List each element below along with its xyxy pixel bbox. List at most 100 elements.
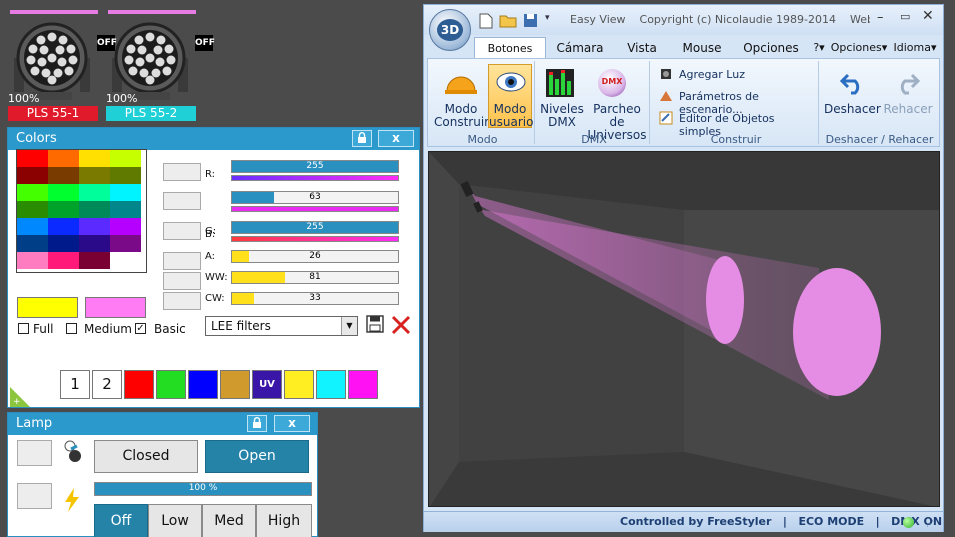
amber-slider[interactable]: 26: [231, 250, 399, 263]
palette-color-cell[interactable]: [110, 167, 141, 184]
medium-checkbox[interactable]: [66, 323, 77, 334]
lamp-mode-low-button[interactable]: Low: [148, 504, 202, 537]
close-window-button[interactable]: ✕: [922, 8, 934, 24]
lamp-mode-off-button[interactable]: Off: [94, 504, 148, 537]
color-memory-slot[interactable]: [163, 163, 201, 181]
qat-dropdown-icon[interactable]: ▾: [545, 13, 550, 23]
3d-viewport[interactable]: [428, 151, 940, 507]
palette-color-cell[interactable]: [17, 218, 48, 235]
preset-uv[interactable]: UV: [252, 370, 282, 399]
title-bar[interactable]: 3D ▾ Easy View Copyright (c) Nicolaudie …: [424, 5, 943, 51]
color-memory-slot[interactable]: [163, 292, 201, 310]
preset-2[interactable]: 2: [92, 370, 122, 399]
add-corner-icon[interactable]: +: [10, 387, 30, 407]
tab-botones[interactable]: Botones está: [474, 37, 546, 76]
palette-color-cell[interactable]: [48, 218, 79, 235]
palette-color-cell[interactable]: [48, 150, 79, 167]
palette-color-cell[interactable]: [17, 167, 48, 184]
palette-color-cell[interactable]: [48, 252, 79, 269]
palette-color-cell[interactable]: [17, 235, 48, 252]
new-file-icon[interactable]: [479, 13, 493, 29]
lamp-mode-med-button[interactable]: Med: [202, 504, 256, 537]
palette-color-cell[interactable]: [79, 252, 110, 269]
color-palette-grid[interactable]: [16, 149, 147, 273]
palette-color-cell[interactable]: [110, 235, 141, 252]
palette-color-cell[interactable]: [110, 184, 141, 201]
palette-color-cell[interactable]: [79, 235, 110, 252]
color-memory-slot[interactable]: [163, 222, 201, 240]
palette-color-cell[interactable]: [17, 252, 48, 269]
palette-color-cell[interactable]: [17, 184, 48, 201]
lock-icon[interactable]: [247, 415, 267, 432]
palette-color-cell[interactable]: [48, 184, 79, 201]
save-icon[interactable]: [366, 315, 384, 333]
tab-camara[interactable]: Cámara: [550, 39, 610, 57]
tab-vista[interactable]: Vista: [614, 39, 670, 57]
resize-grip-icon[interactable]: ⋰: [926, 519, 934, 528]
shutter-open-button[interactable]: Open: [205, 440, 309, 473]
full-checkbox[interactable]: [18, 323, 29, 334]
palette-color-cell[interactable]: [79, 184, 110, 201]
language-menu[interactable]: Idioma▾: [890, 39, 940, 57]
palette-color-cell[interactable]: [79, 201, 110, 218]
lamp-intensity-progress[interactable]: 100 %: [94, 482, 312, 496]
lamp-memory-slot[interactable]: [17, 483, 52, 509]
preset-color-button[interactable]: [124, 370, 154, 399]
palette-color-cell[interactable]: [48, 201, 79, 218]
color-memory-slot[interactable]: [163, 252, 201, 270]
palette-color-cell[interactable]: [110, 252, 141, 269]
colors-panel-titlebar[interactable]: Colors x: [8, 128, 419, 150]
cool-white-slider[interactable]: 33: [231, 292, 399, 305]
preset-color-button[interactable]: [284, 370, 314, 399]
tab-opciones-de[interactable]: Opciones de: [734, 39, 808, 73]
fixture-pls-55-1[interactable]: OFF 100% PLS 55-1: [8, 10, 117, 122]
palette-color-cell[interactable]: [48, 167, 79, 184]
save-icon[interactable]: [523, 13, 538, 28]
shutter-closed-button[interactable]: Closed: [94, 440, 198, 473]
blue-slider[interactable]: 255: [231, 221, 399, 234]
red-slider[interactable]: 255: [231, 160, 399, 173]
preset-1[interactable]: 1: [60, 370, 90, 399]
palette-color-cell[interactable]: [110, 218, 141, 235]
modo-usuario-button[interactable]: Modo usuario: [488, 64, 533, 129]
lamp-panel-titlebar[interactable]: Lamp x: [8, 413, 317, 435]
preset-color-button[interactable]: [316, 370, 346, 399]
deshacer-button[interactable]: Deshacer: [824, 103, 881, 116]
preset-color-button[interactable]: [220, 370, 250, 399]
maximize-button[interactable]: ▭: [900, 10, 910, 23]
target-color-swatch[interactable]: [85, 297, 146, 318]
palette-color-cell[interactable]: [79, 150, 110, 167]
modo-construir-button[interactable]: Modo Construir: [434, 103, 489, 129]
green-slider[interactable]: 63: [231, 191, 399, 204]
agregar-luz-button[interactable]: Agregar Luz: [679, 68, 745, 81]
current-color-swatch[interactable]: [17, 297, 78, 318]
rehacer-button[interactable]: Rehacer: [880, 103, 936, 116]
close-panel-button[interactable]: x: [378, 130, 414, 147]
color-memory-slot[interactable]: [163, 272, 201, 290]
preset-color-button[interactable]: [156, 370, 186, 399]
palette-color-cell[interactable]: [79, 218, 110, 235]
basic-checkbox[interactable]: ✓: [135, 323, 146, 334]
preset-color-button[interactable]: [348, 370, 378, 399]
palette-color-cell[interactable]: [79, 167, 110, 184]
preset-color-button[interactable]: [188, 370, 218, 399]
color-memory-slot[interactable]: [163, 192, 201, 210]
palette-color-cell[interactable]: [48, 235, 79, 252]
open-folder-icon[interactable]: [499, 13, 517, 28]
tab-mouse[interactable]: Mouse: [674, 39, 730, 57]
delete-icon[interactable]: [390, 314, 412, 336]
help-menu[interactable]: ?▾: [810, 39, 828, 57]
app-logo-button[interactable]: 3D: [429, 9, 471, 51]
close-panel-button[interactable]: x: [274, 415, 310, 432]
lamp-mode-high-button[interactable]: High: [256, 504, 312, 537]
palette-color-cell[interactable]: [110, 201, 141, 218]
fixture-pls-55-2[interactable]: OFF 100% PLS 55-2: [106, 10, 215, 122]
niveles-dmx-button[interactable]: Niveles DMX: [540, 103, 584, 129]
filter-library-select[interactable]: LEE filters ▼: [205, 316, 358, 336]
palette-color-cell[interactable]: [17, 201, 48, 218]
shutter-memory-slot[interactable]: [17, 440, 52, 466]
palette-color-cell[interactable]: [110, 150, 141, 167]
lock-icon[interactable]: [352, 130, 372, 147]
palette-color-cell[interactable]: [17, 150, 48, 167]
warm-white-slider[interactable]: 81: [231, 271, 399, 284]
